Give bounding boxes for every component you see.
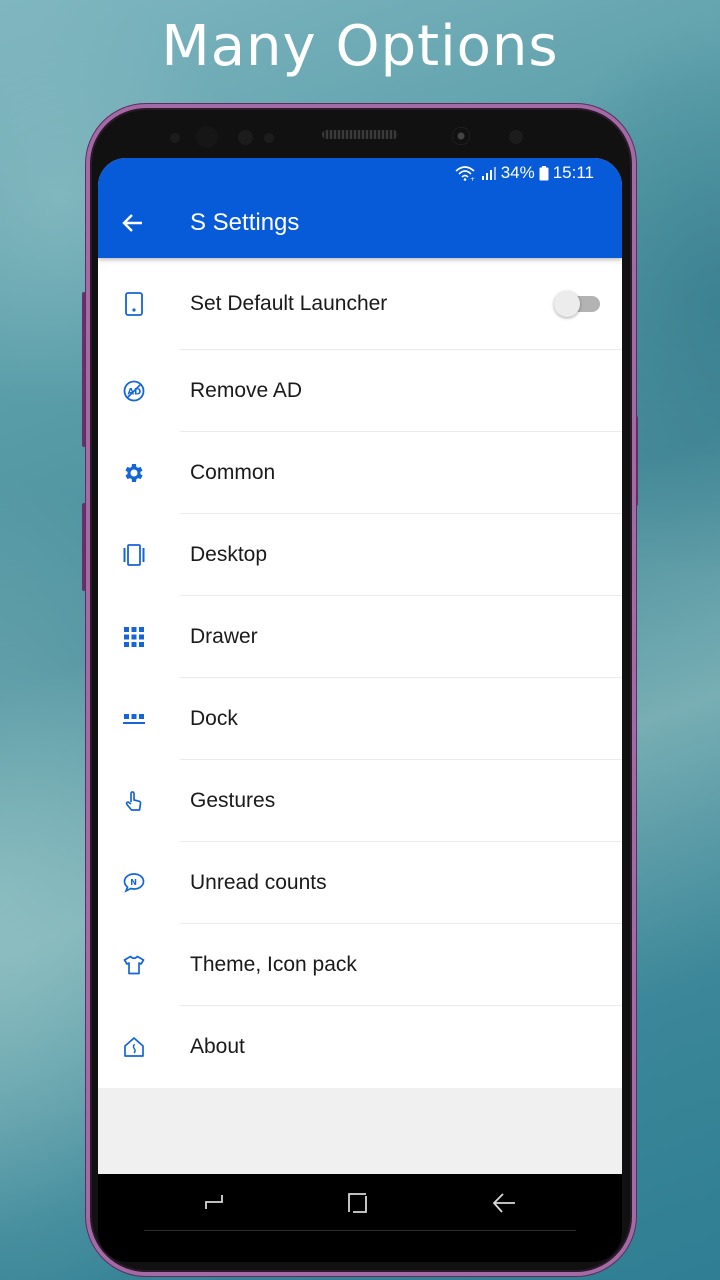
- app-grid-icon: [122, 625, 146, 649]
- settings-item-label: Dock: [190, 707, 238, 730]
- settings-item-set-default-launcher[interactable]: Set Default Launcher: [98, 258, 622, 350]
- sensor-icon: [170, 133, 180, 143]
- battery-icon: [539, 165, 549, 181]
- sensor-icon: [238, 130, 253, 145]
- recents-button[interactable]: [200, 1190, 228, 1216]
- house-info-icon: [122, 1035, 146, 1059]
- gear-icon: [122, 461, 146, 485]
- settings-item-unread-counts[interactable]: N Unread counts: [98, 842, 622, 924]
- svg-text:N: N: [130, 878, 137, 887]
- sensor-icon: [264, 133, 274, 143]
- front-camera-icon: [452, 127, 470, 145]
- back-button[interactable]: [118, 208, 148, 238]
- settings-item-gestures[interactable]: Gestures: [98, 760, 622, 842]
- svg-text:AD: AD: [128, 388, 142, 398]
- svg-text:+: +: [470, 176, 475, 181]
- recents-icon: [205, 1195, 223, 1209]
- tshirt-icon: [122, 953, 146, 977]
- promo-headline: Many Options: [161, 14, 559, 79]
- signal-icon: [481, 166, 497, 180]
- wifi-icon: +: [455, 165, 477, 181]
- no-ad-icon: AD: [122, 379, 146, 403]
- nav-divider: [144, 1230, 576, 1231]
- default-launcher-toggle[interactable]: [554, 290, 600, 318]
- battery-percent: 34%: [500, 163, 535, 182]
- settings-item-label: Set Default Launcher: [190, 292, 388, 315]
- dock-icon: [122, 707, 146, 731]
- settings-item-label: Unread counts: [190, 871, 327, 894]
- navigation-bar: [98, 1174, 622, 1232]
- iris-scanner-icon: [196, 126, 218, 148]
- settings-item-drawer[interactable]: Drawer: [98, 596, 622, 678]
- settings-list: Set Default Launcher AD Remove AD Common: [98, 258, 622, 1088]
- arrow-left-icon: [122, 214, 142, 232]
- phone-screen: + 34% 15:11 S Settings Set Default Launc…: [98, 158, 622, 1174]
- status-bar: + 34% 15:11: [455, 162, 594, 184]
- phone-icon: [122, 292, 146, 316]
- app-bar: + 34% 15:11 S Settings: [98, 158, 622, 258]
- settings-item-dock[interactable]: Dock: [98, 678, 622, 760]
- desktop-pages-icon: [122, 543, 146, 567]
- settings-item-label: About: [190, 1035, 245, 1058]
- page-title: S Settings: [190, 209, 300, 236]
- home-button[interactable]: [344, 1190, 372, 1216]
- settings-item-about[interactable]: About: [98, 1006, 622, 1088]
- settings-item-label: Drawer: [190, 625, 258, 648]
- settings-item-label: Common: [190, 461, 276, 484]
- settings-item-theme-icon-pack[interactable]: Theme, Icon pack: [98, 924, 622, 1006]
- settings-item-label: Desktop: [190, 543, 268, 566]
- toggle-thumb: [554, 291, 580, 317]
- settings-item-label: Theme, Icon pack: [190, 953, 357, 976]
- settings-item-label: Remove AD: [190, 379, 303, 402]
- notification-bubble-icon: N: [122, 871, 146, 895]
- sensor-icon: [509, 130, 523, 144]
- back-nav-button[interactable]: [490, 1190, 518, 1216]
- settings-item-label: Gestures: [190, 789, 276, 812]
- phone-bottom-bezel: [98, 1232, 622, 1262]
- home-icon: [348, 1193, 367, 1213]
- hand-pointer-icon: [122, 789, 146, 813]
- settings-item-common[interactable]: Common: [98, 432, 622, 514]
- earpiece-speaker: [322, 130, 398, 139]
- back-icon: [492, 1193, 515, 1213]
- clock: 15:11: [552, 163, 594, 182]
- settings-item-desktop[interactable]: Desktop: [98, 514, 622, 596]
- settings-item-remove-ad[interactable]: AD Remove AD: [98, 350, 622, 432]
